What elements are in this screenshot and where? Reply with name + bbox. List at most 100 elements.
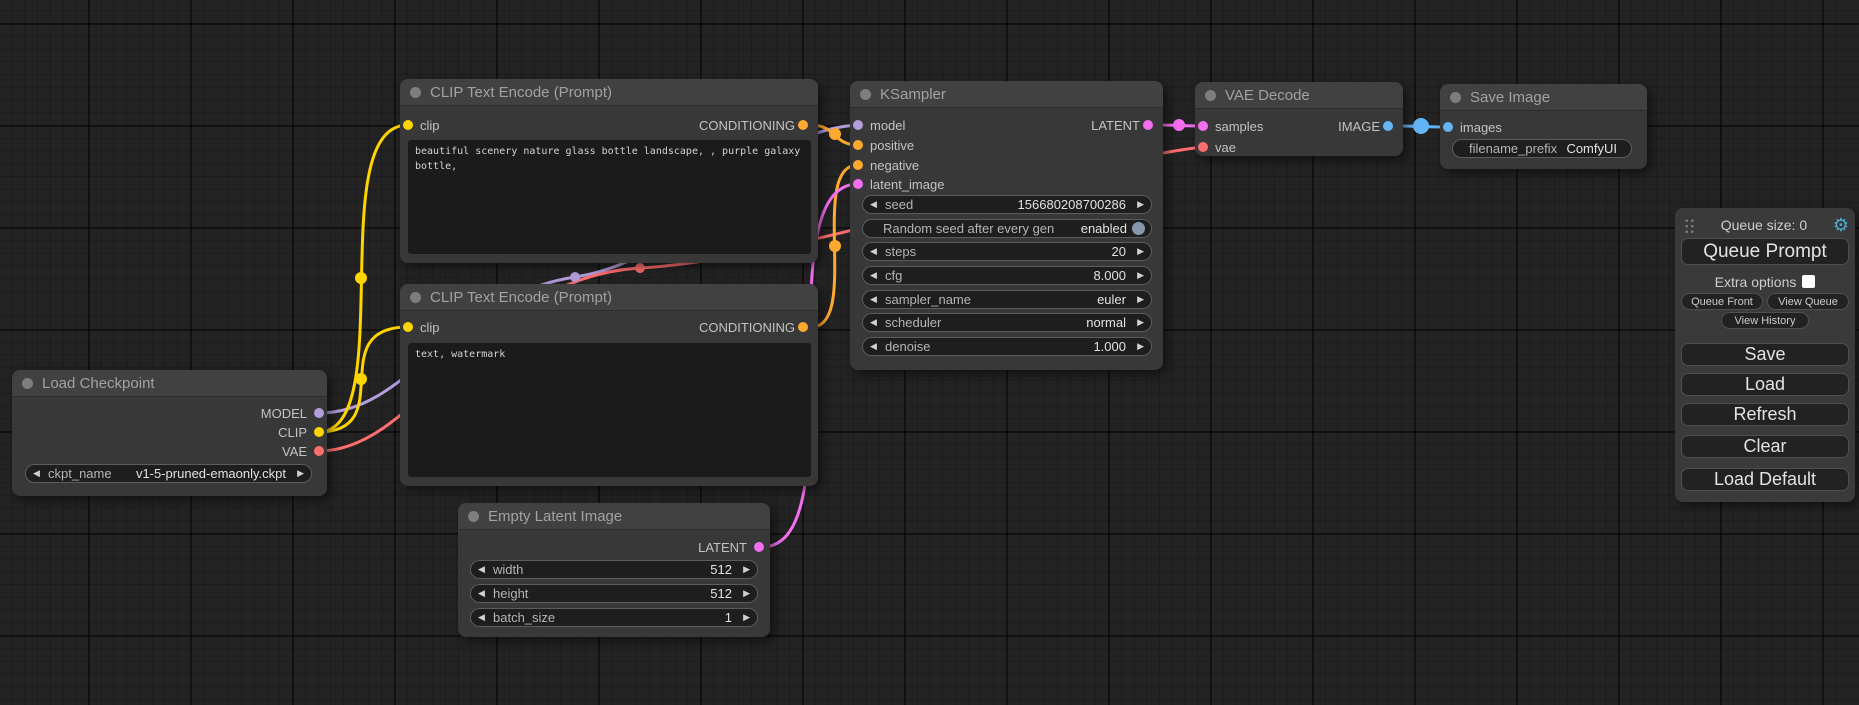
widget-value: 1.000 [1093,339,1126,354]
load-default-button[interactable]: Load Default [1681,468,1849,491]
collapse-dot-icon[interactable] [1205,90,1216,101]
link-dot-clip-2 [355,373,367,385]
negative-input-slot[interactable] [853,160,863,170]
node-title-bar[interactable]: Empty Latent Image [458,503,770,530]
node-clip-text-encode-negative[interactable]: CLIP Text Encode (Prompt) clip CONDITION… [400,284,818,486]
seed-toggle[interactable] [1132,222,1145,235]
images-input-slot[interactable] [1443,122,1453,132]
increment-arrow-icon[interactable]: ▶ [1131,199,1144,210]
collapse-dot-icon[interactable] [1450,92,1461,103]
node-title-bar[interactable]: VAE Decode [1195,82,1403,109]
decrement-arrow-icon[interactable]: ◀ [870,246,883,257]
conditioning-output-slot[interactable] [798,120,808,130]
comfyui-canvas[interactable]: { "icons": {"left_arrow": "◀", "right_ar… [0,0,1859,705]
refresh-button[interactable]: Refresh [1681,403,1849,426]
increment-arrow-icon[interactable]: ▶ [1131,246,1144,257]
decrement-arrow-icon[interactable]: ◀ [478,588,491,599]
node-title-bar[interactable]: KSampler [850,81,1163,108]
cfg-widget[interactable]: ◀ cfg 8.000 ▶ [862,266,1152,285]
collapse-dot-icon[interactable] [860,89,871,100]
increment-arrow-icon[interactable]: ▶ [737,564,750,575]
node-title-bar[interactable]: CLIP Text Encode (Prompt) [400,79,818,106]
collapse-dot-icon[interactable] [468,511,479,522]
queue-prompt-button[interactable]: Queue Prompt [1681,238,1849,265]
decrement-arrow-icon[interactable]: ◀ [478,612,491,623]
queue-front-button[interactable]: Queue Front [1681,293,1763,310]
ckpt-name-widget[interactable]: ◀ ckpt_name v1-5-pruned-emaonly.ckpt ▶ [25,464,312,483]
image-output-slot[interactable] [1383,121,1393,131]
input-label-latent-image: latent_image [870,177,944,192]
link-dot-model [570,272,580,282]
node-load-checkpoint[interactable]: Load Checkpoint MODEL CLIP VAE ◀ ckpt_na… [12,370,327,496]
collapse-dot-icon[interactable] [410,87,421,98]
increment-arrow-icon[interactable]: ▶ [1131,294,1144,305]
view-history-button[interactable]: View History [1721,312,1809,329]
collapse-dot-icon[interactable] [410,292,421,303]
sampler-name-widget[interactable]: ◀ sampler_name euler ▶ [862,290,1152,309]
node-title-bar[interactable]: Save Image [1440,84,1647,111]
queue-panel: Queue size: 0 ⚙ Queue Prompt Extra optio… [1675,208,1855,502]
node-title: Save Image [1470,89,1550,106]
input-label-model: model [870,118,905,133]
positive-input-slot[interactable] [853,140,863,150]
settings-gear-icon[interactable]: ⚙ [1833,216,1849,234]
model-output-slot[interactable] [314,408,324,418]
node-title: CLIP Text Encode (Prompt) [430,289,612,306]
denoise-widget[interactable]: ◀ denoise 1.000 ▶ [862,337,1152,356]
input-label-negative: negative [870,158,919,173]
node-clip-text-encode-positive[interactable]: CLIP Text Encode (Prompt) clip CONDITION… [400,79,818,263]
decrement-arrow-icon[interactable]: ◀ [870,341,883,352]
random-seed-widget[interactable]: Random seed after every gen enabled [862,219,1152,238]
clip-input-slot[interactable] [403,120,413,130]
node-save-image[interactable]: Save Image images filename_prefix ComfyU… [1440,84,1647,169]
latent-output-slot[interactable] [754,542,764,552]
decrement-arrow-icon[interactable]: ◀ [33,468,46,479]
samples-input-slot[interactable] [1198,121,1208,131]
model-input-slot[interactable] [853,120,863,130]
scheduler-widget[interactable]: ◀ scheduler normal ▶ [862,313,1152,332]
width-widget[interactable]: ◀ width 512 ▶ [470,560,758,579]
extra-options-label: Extra options [1715,274,1797,290]
decrement-arrow-icon[interactable]: ◀ [870,270,883,281]
node-ksampler[interactable]: KSampler model LATENT positive negative … [850,81,1163,370]
increment-arrow-icon[interactable]: ▶ [1131,341,1144,352]
steps-widget[interactable]: ◀ steps 20 ▶ [862,242,1152,261]
increment-arrow-icon[interactable]: ▶ [291,468,304,479]
extra-options-checkbox[interactable] [1802,275,1815,288]
vae-output-slot[interactable] [314,446,324,456]
node-empty-latent-image[interactable]: Empty Latent Image LATENT ◀ width 512 ▶ … [458,503,770,637]
conditioning-output-slot[interactable] [798,322,808,332]
batch-size-widget[interactable]: ◀ batch_size 1 ▶ [470,608,758,627]
clip-output-slot[interactable] [314,427,324,437]
widget-value: enabled [1081,221,1127,236]
increment-arrow-icon[interactable]: ▶ [1131,317,1144,328]
collapse-dot-icon[interactable] [22,378,33,389]
height-widget[interactable]: ◀ height 512 ▶ [470,584,758,603]
node-title-bar[interactable]: Load Checkpoint [12,370,327,397]
view-queue-button[interactable]: View Queue [1767,293,1849,310]
prompt-textarea[interactable]: text, watermark [408,343,811,477]
increment-arrow-icon[interactable]: ▶ [737,588,750,599]
clip-input-slot[interactable] [403,322,413,332]
increment-arrow-icon[interactable]: ▶ [1131,270,1144,281]
prompt-textarea[interactable]: beautiful scenery nature glass bottle la… [408,140,811,254]
node-title: KSampler [880,86,946,103]
increment-arrow-icon[interactable]: ▶ [737,612,750,623]
decrement-arrow-icon[interactable]: ◀ [478,564,491,575]
decrement-arrow-icon[interactable]: ◀ [870,294,883,305]
vae-input-slot[interactable] [1198,142,1208,152]
widget-label: Random seed after every gen [883,221,1054,236]
node-vae-decode[interactable]: VAE Decode samples IMAGE vae [1195,82,1403,156]
link-dot-vae [635,263,645,273]
clear-button[interactable]: Clear [1681,435,1849,458]
decrement-arrow-icon[interactable]: ◀ [870,199,883,210]
latent-output-slot[interactable] [1143,120,1153,130]
filename-prefix-widget[interactable]: filename_prefix ComfyUI [1452,139,1632,158]
save-button[interactable]: Save [1681,343,1849,366]
latent-image-input-slot[interactable] [853,179,863,189]
decrement-arrow-icon[interactable]: ◀ [870,317,883,328]
load-button[interactable]: Load [1681,373,1849,396]
node-title-bar[interactable]: CLIP Text Encode (Prompt) [400,284,818,311]
seed-widget[interactable]: ◀ seed 156680208700286 ▶ [862,195,1152,214]
drag-handle-icon[interactable] [1684,218,1695,233]
